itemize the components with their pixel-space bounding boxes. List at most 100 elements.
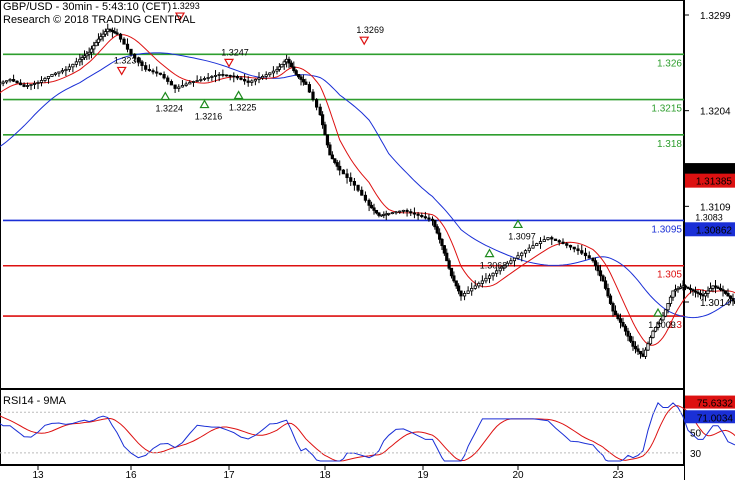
candle-body: [377, 212, 381, 216]
candle-body: [663, 309, 668, 317]
candle-body: [412, 212, 417, 215]
candle-body: [367, 199, 371, 206]
candle-body: [480, 280, 484, 284]
candle-body: [598, 270, 603, 277]
time-tick-label: 13: [32, 470, 44, 480]
candle-body: [731, 298, 735, 302]
candle-body: [409, 211, 413, 214]
candle-body: [698, 293, 703, 296]
candle-body: [89, 48, 94, 53]
candle-body: [542, 239, 546, 242]
price-tick-label: 1.3204: [700, 107, 731, 118]
candle-body: [382, 213, 386, 216]
candle-body: [591, 257, 595, 262]
resistance-marker-icon: [359, 36, 370, 46]
candle-body: [29, 84, 33, 86]
candle-body: [94, 42, 98, 47]
candle-body: [32, 83, 37, 85]
candle-body: [686, 286, 690, 289]
annotation-label: 1.3293: [172, 1, 200, 11]
candle-body: [587, 255, 591, 259]
candle-body: [608, 295, 613, 304]
candle-body: [11, 79, 16, 82]
candle-body: [158, 72, 162, 75]
annotation-label: 1.3083: [695, 213, 723, 223]
candle-body: [356, 184, 360, 191]
candle-body: [177, 86, 181, 89]
candle-body: [96, 38, 101, 43]
candle-body: [457, 285, 461, 292]
candle-body: [435, 226, 439, 234]
candle-body: [613, 310, 618, 316]
candle-body: [144, 65, 148, 70]
level-label: 1.318: [657, 139, 682, 150]
candle-body: [623, 325, 628, 332]
candle-body: [46, 76, 51, 79]
candle-body: [721, 289, 725, 292]
fast-ma-badge: 1.31385: [696, 177, 733, 188]
candle-body: [538, 241, 543, 244]
annotation-label: 1.3009: [648, 320, 676, 330]
resistance-marker-icon: [223, 58, 235, 68]
candle-body: [147, 68, 151, 72]
rsi-ma-line: [0, 405, 735, 462]
candle-body: [572, 246, 576, 250]
candle-body: [43, 78, 47, 81]
candle-body: [696, 291, 700, 294]
chart-header-copyright: Research © 2018 TRADING CENTRAL: [3, 14, 196, 26]
price-tick-label: 1.3109: [700, 202, 731, 213]
candle-body: [477, 282, 481, 287]
candle-body: [442, 245, 446, 254]
candle-body: [363, 194, 368, 201]
candle-body: [206, 77, 210, 79]
candle-body: [199, 79, 203, 81]
candle-body: [191, 81, 196, 83]
rsi-value-badge: 75.6332: [697, 399, 734, 410]
candle-body: [239, 77, 243, 80]
candle-body: [314, 99, 319, 108]
candle-body: [713, 285, 718, 288]
slow-ma-line: [0, 52, 735, 319]
candle-body: [449, 267, 454, 277]
candle-body: [550, 237, 554, 240]
annotation-label: 1.3247: [221, 47, 249, 57]
candle-body: [369, 204, 374, 209]
time-tick-label: 16: [125, 470, 137, 480]
rsi-line: [0, 402, 735, 462]
candle-body: [688, 288, 693, 291]
candle-body: [1, 81, 5, 84]
candle-body: [633, 345, 638, 350]
candle-body: [576, 248, 580, 252]
candle-body: [328, 144, 332, 156]
time-axis: 13 16 17 18 19 20 23: [32, 465, 624, 480]
level-label: 1.326: [657, 58, 682, 69]
candle-body: [379, 214, 383, 217]
candle-body: [304, 81, 308, 85]
candle-body: [459, 290, 463, 297]
candle-body: [523, 250, 528, 254]
resistance-marker-icon: [116, 66, 127, 76]
level-label: 1.305: [657, 270, 682, 281]
candle-body: [74, 61, 78, 65]
candle-body: [466, 290, 470, 294]
candle-body: [487, 275, 492, 279]
candle-body: [668, 296, 673, 304]
candle-body: [323, 124, 327, 136]
annotation-label: 1.3239: [114, 55, 142, 65]
candle-body: [726, 293, 730, 297]
rsi-tick-label: 30: [690, 449, 702, 460]
chart-header-title: GBP/USD - 30min - 5:43:10 (CET): [3, 1, 172, 13]
support-marker-icon: [484, 248, 495, 258]
level-label: 1.3215: [651, 104, 682, 115]
candle-body: [213, 75, 218, 77]
price-candles: [0, 23, 735, 360]
candle-body: [643, 349, 648, 357]
candle-body: [398, 210, 402, 213]
candle-body: [673, 289, 678, 292]
candle-body: [64, 68, 68, 72]
rsi-tick-label: 50: [690, 429, 702, 440]
candle-body: [568, 244, 573, 248]
candle-body: [25, 85, 30, 87]
candle-body: [484, 277, 488, 282]
candle-body: [491, 272, 495, 277]
